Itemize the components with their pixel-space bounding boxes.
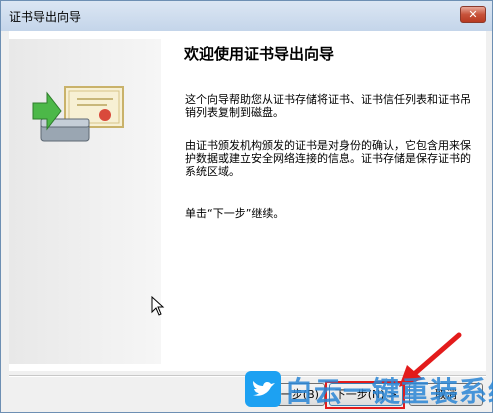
close-button[interactable]: ✕ <box>460 6 486 23</box>
watermark-text: 白云一键重装系统 <box>285 375 493 408</box>
wizard-side-panel <box>9 39 161 364</box>
watermark: 白云一键重装系统 <box>245 366 493 412</box>
wizard-heading: 欢迎使用证书导出向导 <box>184 45 335 63</box>
continue-instruction: 单击“下一步”继续。 <box>185 207 285 220</box>
bird-logo-icon <box>245 371 281 407</box>
mouse-cursor-icon <box>151 296 165 316</box>
certificate-export-wizard-window: 证书导出向导 ✕ 欢迎使用证书导出向导 这个向导帮助您从证书存储将证书、证书信任… <box>0 0 493 413</box>
wizard-content: 欢迎使用证书导出向导 这个向导帮助您从证书存储将证书、证书信任列表和证书吊销列表… <box>9 31 486 371</box>
intro-paragraph: 这个向导帮助您从证书存储将证书、证书信任列表和证书吊销列表复制到磁盘。 <box>185 93 471 119</box>
title-bar: 证书导出向导 ✕ <box>1 1 492 31</box>
certificate-export-icon <box>32 86 124 142</box>
description-paragraph: 由证书颁发机构颁发的证书是对身份的确认，它包含用来保护数据或建立安全网络连接的信… <box>185 139 471 178</box>
window-title: 证书导出向导 <box>9 10 82 24</box>
